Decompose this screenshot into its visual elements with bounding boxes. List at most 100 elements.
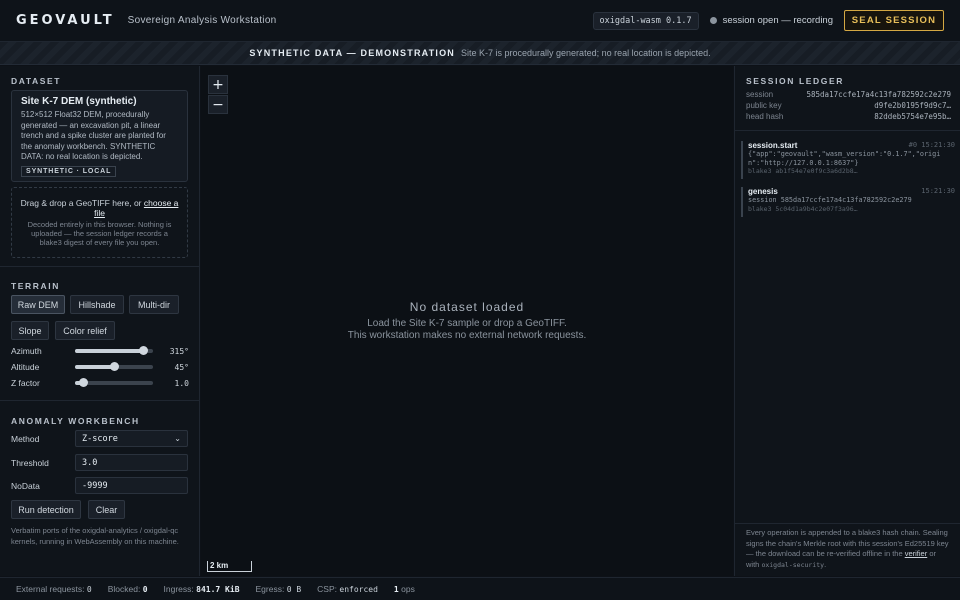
csp-label: CSP: (317, 584, 338, 594)
session-id-value: 585da17ccfe17a4c13fa782592c2e279 (806, 90, 952, 99)
csp-stat: CSP: enforced (317, 584, 378, 594)
head-hash-row: head hash 82ddeb5754e7e95b… (746, 112, 951, 121)
ledger-note-end: . (824, 559, 827, 569)
session-id-row: session 585da17ccfe17a4c13fa782592c2e279 (746, 90, 951, 99)
divider (735, 130, 960, 131)
altitude-slider-fill (75, 365, 114, 369)
egress-value: 0 B (286, 585, 302, 594)
public-key-label: public key (746, 101, 782, 110)
ops-label: ops (401, 584, 415, 594)
ledger-section-title: SESSION LEDGER (746, 76, 844, 86)
z-factor-slider[interactable] (75, 378, 153, 387)
ledger-note-mono: oxigdal-security (761, 560, 825, 569)
altitude-label: Altitude (11, 362, 40, 372)
external-requests-stat: External requests: 0 (16, 584, 92, 594)
version-badge: oxigdal-wasm 0.1.7 (592, 11, 699, 30)
altitude-slider-row: Altitude 45° (11, 361, 189, 373)
dataset-card[interactable]: Site K-7 DEM (synthetic) 512×512 Float32… (11, 90, 188, 182)
ledger-entry-time: 15:21:30 (921, 187, 955, 195)
azimuth-slider-fill (75, 349, 144, 353)
nodata-input[interactable]: -9999 (75, 477, 188, 494)
ledger-entry-op: session.start (748, 141, 798, 150)
map-canvas[interactable]: + − No dataset loaded Load the Site K-7 … (201, 66, 733, 576)
dropzone-subtext: Decoded entirely in this browser. Nothin… (27, 220, 172, 247)
csp-value: enforced (339, 585, 378, 594)
method-select[interactable]: Z-score ⌄ (75, 430, 188, 447)
altitude-slider-thumb[interactable] (110, 362, 119, 371)
ingress-value: 841.7 KiB (196, 585, 240, 594)
session-ledger-panel: SESSION LEDGER session 585da17ccfe17a4c1… (734, 66, 960, 576)
mode-hillshade-button[interactable]: Hillshade (70, 295, 124, 314)
ledger-entry-head: session.start #0 15:21:30 (748, 141, 955, 150)
ledger-entry-head: genesis 15:21:30 (748, 187, 955, 196)
dataset-section-title: DATASET (11, 76, 62, 86)
session-id-label: session (746, 90, 774, 99)
azimuth-slider[interactable] (75, 346, 153, 355)
dropzone-text: Drag & drop a GeoTIFF here, or choose a … (20, 198, 179, 218)
z-factor-label: Z factor (11, 378, 40, 388)
ledger-entry[interactable]: genesis 15:21:30 session 585da17ccfe17a4… (741, 187, 955, 217)
nodata-label: NoData (11, 481, 40, 491)
run-detection-button[interactable]: Run detection (11, 500, 81, 519)
altitude-value: 45° (174, 362, 189, 372)
ledger-entry-hash: blake3 ab1f54e7e0f9c3a6d2b8… (748, 167, 858, 175)
public-key-value: d9fe2b0195f9d9c7… (874, 101, 951, 110)
ledger-entry-body: session 585da17ccfe17a4c13fa782592c2e279 (748, 196, 912, 204)
ledger-entry-time: #0 15:21:30 (908, 141, 955, 149)
terrain-section-title: TERRAIN (11, 281, 60, 291)
azimuth-slider-thumb[interactable] (139, 346, 149, 355)
azimuth-value: 315° (169, 346, 189, 356)
zoom-out-button[interactable]: − (208, 95, 228, 114)
banner-title: SYNTHETIC DATA — DEMONSTRATION (249, 48, 455, 58)
workbench-note: Verbatim ports of the oxigdal-analytics … (11, 526, 179, 546)
mode-raw-dem-button[interactable]: Raw DEM (11, 295, 65, 314)
synthetic-data-banner: SYNTHETIC DATA — DEMONSTRATION Site K-7 … (0, 42, 960, 65)
divider (0, 400, 199, 401)
z-factor-value: 1.0 (174, 378, 189, 388)
chevron-down-icon: ⌄ (174, 434, 181, 443)
method-label: Method (11, 434, 40, 444)
geotiff-dropzone[interactable]: Drag & drop a GeoTIFF here, or choose a … (11, 187, 188, 258)
ledger-entry-body: {"app":"geovault","wasm_version":"0.1.7"… (748, 150, 941, 167)
divider (735, 523, 960, 524)
banner-text: Site K-7 is procedurally generated; no r… (461, 48, 711, 58)
zoom-in-button[interactable]: + (208, 75, 228, 94)
external-requests-label: External requests: (16, 584, 85, 594)
public-key-row: public key d9fe2b0195f9d9c7… (746, 101, 951, 110)
app-subtitle: Sovereign Analysis Workstation (127, 15, 277, 26)
mode-slope-button[interactable]: Slope (11, 321, 49, 340)
empty-state-title: No dataset loaded (409, 300, 525, 314)
external-requests-value: 0 (86, 585, 92, 594)
empty-state-line-2: This workstation makes no external netwo… (347, 329, 587, 341)
session-status: session open — recording (709, 15, 833, 26)
z-factor-slider-thumb[interactable] (78, 378, 88, 387)
divider (0, 266, 199, 267)
header-right: oxigdal-wasm 0.1.7 session open — record… (592, 10, 944, 31)
ledger-entry[interactable]: session.start #0 15:21:30 {"app":"geovau… (741, 141, 955, 179)
blocked-stat: Blocked: 0 (108, 584, 148, 594)
clear-button[interactable]: Clear (88, 500, 125, 519)
blocked-value: 0 (142, 585, 148, 594)
threshold-input[interactable]: 3.0 (75, 454, 188, 471)
dropzone-main-text: Drag & drop a GeoTIFF here, or (20, 198, 142, 208)
verifier-link[interactable]: verifier (905, 549, 928, 558)
empty-state-line-1: Load the Site K-7 sample or drop a GeoTI… (367, 318, 567, 329)
mode-color-relief-button[interactable]: Color relief (55, 321, 115, 340)
head-hash-label: head hash (746, 112, 784, 121)
seal-session-button[interactable]: SEAL SESSION (844, 10, 944, 31)
ledger-entry-op: genesis (748, 187, 778, 196)
ingress-label: Ingress: (163, 584, 194, 594)
z-factor-slider-row: Z factor 1.0 (11, 377, 189, 389)
altitude-slider[interactable] (75, 362, 153, 371)
app-header: GEOVAULT Sovereign Analysis Workstation … (0, 0, 960, 42)
ops-stat: 1 ops (394, 584, 415, 594)
left-panel: DATASET Site K-7 DEM (synthetic) 512×512… (0, 66, 200, 576)
egress-label: Egress: (255, 584, 285, 594)
app-logo: GEOVAULT (16, 13, 115, 28)
scale-bar: 2 km (207, 561, 252, 572)
mode-multi-dir-button[interactable]: Multi-dir (129, 295, 179, 314)
ledger-entry-hash: blake3 5c04d1a9b4c2e07f3a96… (748, 205, 858, 213)
method-select-value: Z-score (82, 433, 118, 444)
ingress-stat: Ingress: 841.7 KiB (164, 584, 240, 594)
threshold-label: Threshold (11, 458, 49, 468)
